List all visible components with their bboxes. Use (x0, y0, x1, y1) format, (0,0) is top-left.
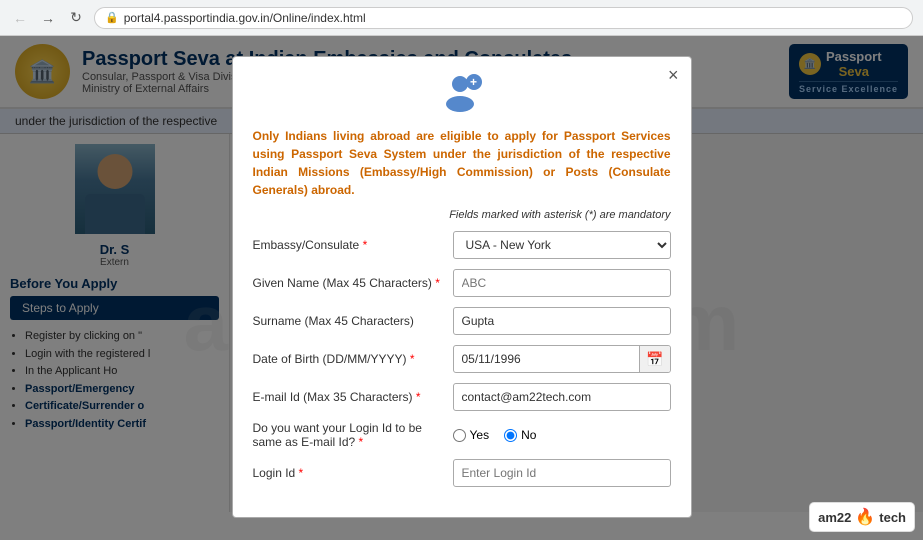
surname-form-row: Surname (Max 45 Characters) (253, 307, 671, 335)
radio-no-label[interactable]: No (504, 428, 536, 442)
am22tech-badge: am22 🔥 tech (809, 502, 915, 532)
tech-text: tech (879, 510, 906, 525)
modal-warning-text: Only Indians living abroad are eligible … (253, 127, 671, 199)
fire-icon: 🔥 (855, 507, 875, 527)
browser-chrome: ← → ↻ 🔒 portal4.passportindia.gov.in/Onl… (0, 0, 923, 36)
embassy-label: Embassy/Consulate * (253, 238, 443, 252)
email-input[interactable] (453, 383, 671, 411)
modal-overlay: × + Only Indians living abroad are eligi… (0, 36, 923, 540)
login-id-label: Login Id * (253, 466, 443, 480)
given-name-input[interactable] (453, 269, 671, 297)
page-wrapper: 🏛️ Passport Seva at Indian Embassies and… (0, 36, 923, 540)
login-id-input[interactable] (453, 459, 671, 487)
url-text: portal4.passportindia.gov.in/Online/inde… (124, 11, 366, 25)
refresh-button[interactable]: ↻ (66, 8, 86, 28)
embassy-form-row: Embassy/Consulate * USA - New York USA -… (253, 231, 671, 259)
given-name-form-row: Given Name (Max 45 Characters) * (253, 269, 671, 297)
svg-text:+: + (470, 75, 477, 89)
dob-form-row: Date of Birth (DD/MM/YYYY) * 📅 (253, 345, 671, 373)
forward-button[interactable]: → (38, 8, 58, 28)
radio-no[interactable] (504, 429, 517, 442)
email-label: E-mail Id (Max 35 Characters) * (253, 390, 443, 404)
radio-yes-label[interactable]: Yes (453, 428, 490, 442)
radio-yes[interactable] (453, 429, 466, 442)
dob-input[interactable] (454, 348, 640, 370)
modal-dialog: × + Only Indians living abroad are eligi… (232, 56, 692, 518)
login-same-radio-group: Yes No (453, 428, 537, 442)
login-same-label: Do you want your Login Id to be same as … (253, 421, 443, 449)
surname-input[interactable] (453, 307, 671, 335)
back-button[interactable]: ← (10, 8, 30, 28)
modal-icon: + (253, 72, 671, 119)
login-id-form-row: Login Id * (253, 459, 671, 487)
lock-icon: 🔒 (105, 11, 119, 24)
address-bar[interactable]: 🔒 portal4.passportindia.gov.in/Online/in… (94, 7, 913, 29)
dob-input-wrapper: 📅 (453, 345, 671, 373)
dob-label: Date of Birth (DD/MM/YYYY) * (253, 352, 443, 366)
modal-mandatory-note: Fields marked with asterisk (*) are mand… (253, 209, 671, 221)
login-same-form-row: Do you want your Login Id to be same as … (253, 421, 671, 449)
calendar-icon[interactable]: 📅 (639, 346, 669, 372)
embassy-select[interactable]: USA - New York USA - Chicago USA - Houst… (453, 231, 671, 259)
modal-close-button[interactable]: × (668, 65, 679, 86)
surname-label: Surname (Max 45 Characters) (253, 314, 443, 328)
email-form-row: E-mail Id (Max 35 Characters) * (253, 383, 671, 411)
given-name-label: Given Name (Max 45 Characters) * (253, 276, 443, 290)
am22-text: am22 (818, 510, 851, 525)
person-with-plus-icon: + (442, 72, 482, 112)
